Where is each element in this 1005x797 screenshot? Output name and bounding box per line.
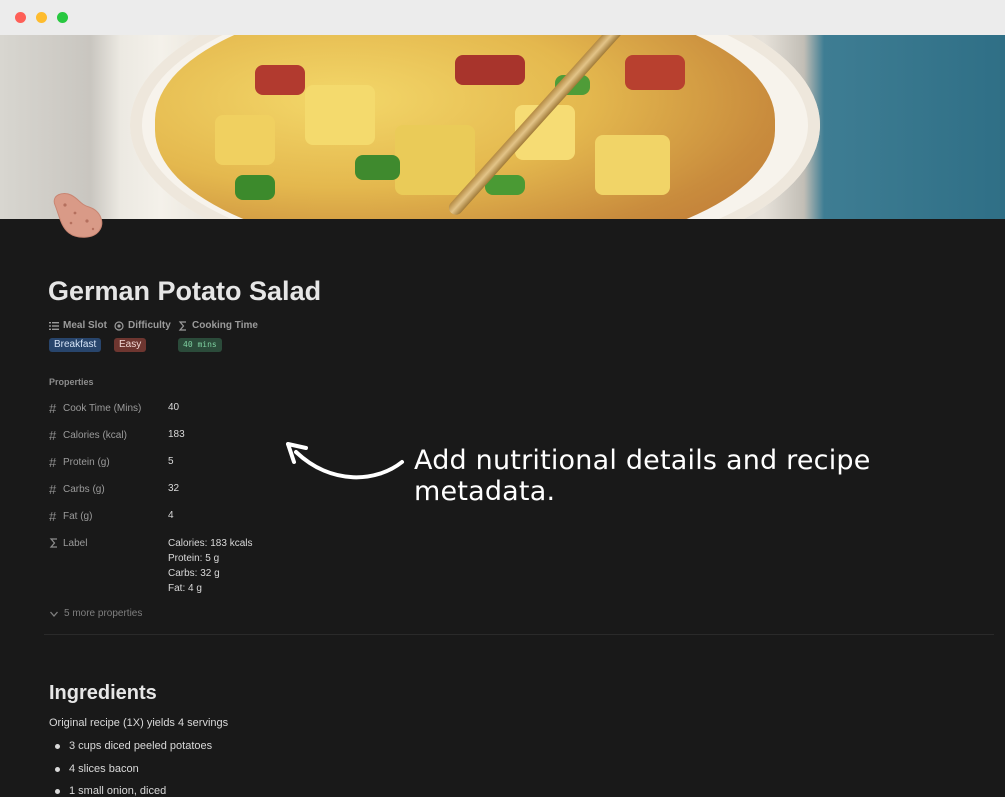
close-window-button[interactable]: [15, 12, 26, 23]
bullet-icon: [55, 743, 60, 749]
list-icon: [49, 321, 59, 330]
label-line: Carbs: 32 g: [168, 568, 220, 579]
sigma-icon: [178, 320, 186, 331]
column-label: Cooking Time: [192, 320, 258, 331]
cooking-time-tag[interactable]: 40 mins: [178, 338, 222, 352]
properties-heading: Properties: [49, 377, 94, 387]
window-titlebar: [0, 0, 1005, 36]
maximize-window-button[interactable]: [57, 12, 68, 23]
list-item-text: 3 cups diced peeled potatoes: [69, 740, 213, 752]
chevron-down-icon: [50, 611, 58, 617]
property-label: Carbs (g): [63, 483, 105, 495]
cover-image[interactable]: [0, 35, 1005, 219]
sigma-icon: [49, 536, 63, 551]
minimize-window-button[interactable]: [36, 12, 47, 23]
property-label-formula[interactable]: Label: [49, 534, 87, 552]
yield-text[interactable]: Original recipe (1X) yields 4 servings: [49, 717, 228, 729]
column-label: Difficulty: [128, 320, 171, 331]
property-value-fat[interactable]: 4: [168, 510, 174, 521]
property-value-calories[interactable]: 183: [168, 429, 185, 440]
list-item[interactable]: 1 small onion, diced: [55, 785, 166, 797]
meal-slot-tag[interactable]: Breakfast: [49, 338, 102, 352]
property-fat[interactable]: # Fat (g): [49, 507, 92, 525]
more-properties-label: 5 more properties: [64, 608, 143, 619]
property-label: Fat (g): [63, 510, 93, 522]
hash-icon: #: [49, 427, 57, 443]
divider: [44, 634, 994, 635]
list-item-text: 4 slices bacon: [69, 763, 139, 775]
column-header-difficulty[interactable]: Difficulty: [114, 320, 171, 331]
property-value-label[interactable]: Calories: 183 kcals Protein: 5 g Carbs: …: [168, 536, 252, 596]
property-label: Label: [63, 537, 88, 549]
bullet-icon: [55, 788, 60, 794]
property-value-cook-time[interactable]: 40: [168, 402, 179, 413]
list-item[interactable]: 3 cups diced peeled potatoes: [55, 740, 212, 752]
property-carbs[interactable]: # Carbs (g): [49, 480, 105, 498]
column-header-meal-slot[interactable]: Meal Slot: [49, 320, 107, 331]
annotation-callout: Add nutritional details and recipe metad…: [414, 445, 871, 507]
hash-icon: #: [49, 481, 57, 497]
list-item[interactable]: 4 slices bacon: [55, 763, 139, 775]
label-line: Protein: 5 g: [168, 553, 220, 564]
difficulty-tag[interactable]: Easy: [114, 338, 147, 352]
property-cook-time[interactable]: # Cook Time (Mins): [49, 399, 141, 417]
ingredients-heading[interactable]: Ingredients: [49, 682, 157, 705]
bullet-icon: [55, 766, 60, 772]
property-calories[interactable]: # Calories (kcal): [49, 426, 127, 444]
property-value-protein[interactable]: 5: [168, 456, 174, 467]
list-item-text: 1 small onion, diced: [69, 785, 167, 797]
label-line: Calories: 183 kcals: [168, 538, 253, 549]
column-label: Meal Slot: [63, 320, 107, 331]
curved-arrow-icon: [286, 442, 404, 480]
circle-target-icon: [114, 320, 124, 331]
column-header-cooking-time[interactable]: Cooking Time: [178, 320, 258, 331]
more-properties-toggle[interactable]: 5 more properties: [49, 608, 142, 619]
page-title[interactable]: German Potato Salad: [48, 276, 321, 307]
hash-icon: #: [49, 454, 57, 470]
label-line: Fat: 4 g: [168, 583, 202, 594]
potato-icon[interactable]: [47, 191, 105, 241]
property-label: Cook Time (Mins): [63, 402, 142, 414]
property-protein[interactable]: # Protein (g): [49, 453, 110, 471]
property-label: Calories (kcal): [63, 429, 127, 441]
hash-icon: #: [49, 508, 57, 524]
property-value-carbs[interactable]: 32: [168, 483, 179, 494]
hash-icon: #: [49, 400, 57, 416]
property-label: Protein (g): [63, 456, 110, 468]
